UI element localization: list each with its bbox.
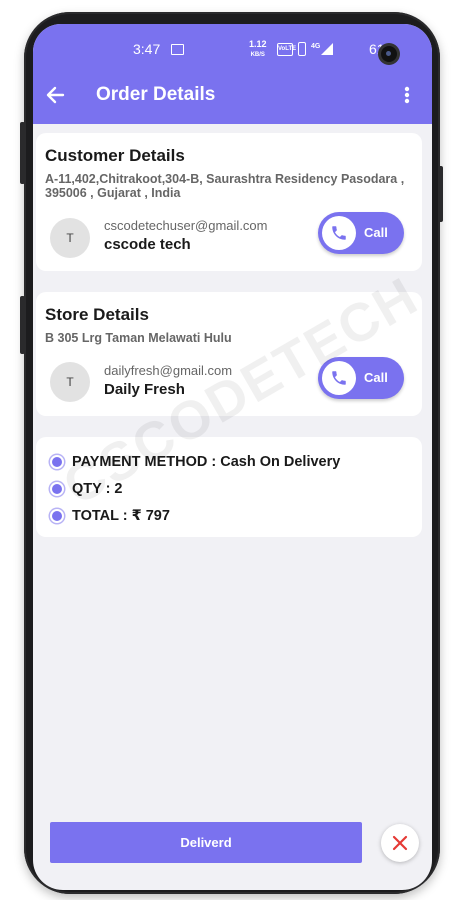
payment-method-text: PAYMENT METHOD : Cash On Delivery <box>72 454 341 470</box>
delivered-button[interactable]: Deliverd <box>50 822 362 863</box>
volte-icon: VoLTE <box>277 42 296 56</box>
total-text: TOTAL : ₹ 797 <box>72 508 170 524</box>
close-icon <box>392 835 408 851</box>
net-speed-unit: KB/S <box>250 52 265 58</box>
customer-details-card: Customer Details A-11,402,Chitrakoot,304… <box>36 133 422 271</box>
bullet-dot-icon <box>52 511 62 521</box>
customer-name: cscode tech <box>104 236 191 253</box>
phone-side-button-right <box>438 166 443 222</box>
status-bar: 3:47 1.12 KB/S VoLTE 4G 61 <box>33 38 432 62</box>
network-type: 4G <box>311 42 321 50</box>
quantity-text: QTY : 2 <box>72 481 123 497</box>
front-camera <box>381 46 397 62</box>
customer-call-button[interactable]: Call <box>318 212 404 254</box>
phone-side-button-left-2 <box>20 296 25 354</box>
cancel-button[interactable] <box>381 824 419 862</box>
customer-email: cscodetechuser@gmail.com <box>104 218 268 233</box>
signal-icon <box>321 43 334 55</box>
quantity-row: QTY : 2 <box>52 480 123 498</box>
store-avatar: T <box>50 362 90 402</box>
page-title: Order Details <box>96 84 216 105</box>
store-section-title: Store Details <box>45 305 149 324</box>
call-icon-circle <box>322 216 356 250</box>
app-bar: 3:47 1.12 KB/S VoLTE 4G 61 Order Details <box>33 24 432 124</box>
bullet-dot-icon <box>52 484 62 494</box>
net-speed-value: 1.12 <box>249 39 267 49</box>
call-icon-circle <box>322 361 356 395</box>
status-time: 3:47 <box>133 41 161 57</box>
call-label: Call <box>364 370 388 385</box>
app-screen: 3:47 1.12 KB/S VoLTE 4G 61 Order Details <box>33 24 432 890</box>
store-call-button[interactable]: Call <box>318 357 404 399</box>
phone-side-button-left <box>20 122 25 184</box>
bullet-dot-icon <box>52 457 62 467</box>
store-address: B 305 Lrg Taman Melawati Hulu <box>45 331 232 345</box>
payment-method-row: PAYMENT METHOD : Cash On Delivery <box>52 453 340 471</box>
arrow-left-icon <box>46 86 65 104</box>
more-options-button[interactable] <box>400 82 414 108</box>
phone-icon <box>332 371 346 385</box>
store-name: Daily Fresh <box>104 381 185 398</box>
back-button[interactable] <box>43 82 69 108</box>
image-notification-icon <box>171 44 184 55</box>
customer-avatar: T <box>50 218 90 258</box>
vibrate-icon <box>298 42 306 56</box>
total-row: TOTAL : ₹ 797 <box>52 507 170 525</box>
customer-address: A-11,402,Chitrakoot,304-B, Saurashtra Re… <box>45 172 405 200</box>
phone-icon <box>332 226 346 240</box>
store-email: dailyfresh@gmail.com <box>104 363 233 378</box>
customer-section-title: Customer Details <box>45 146 185 165</box>
more-vertical-icon <box>404 86 410 104</box>
call-label: Call <box>364 225 388 240</box>
order-summary-card: PAYMENT METHOD : Cash On Delivery QTY : … <box>36 437 422 537</box>
status-icons: VoLTE 4G <box>277 42 334 56</box>
store-details-card: Store Details B 305 Lrg Taman Melawati H… <box>36 292 422 416</box>
net-speed: 1.12 KB/S <box>249 40 267 60</box>
